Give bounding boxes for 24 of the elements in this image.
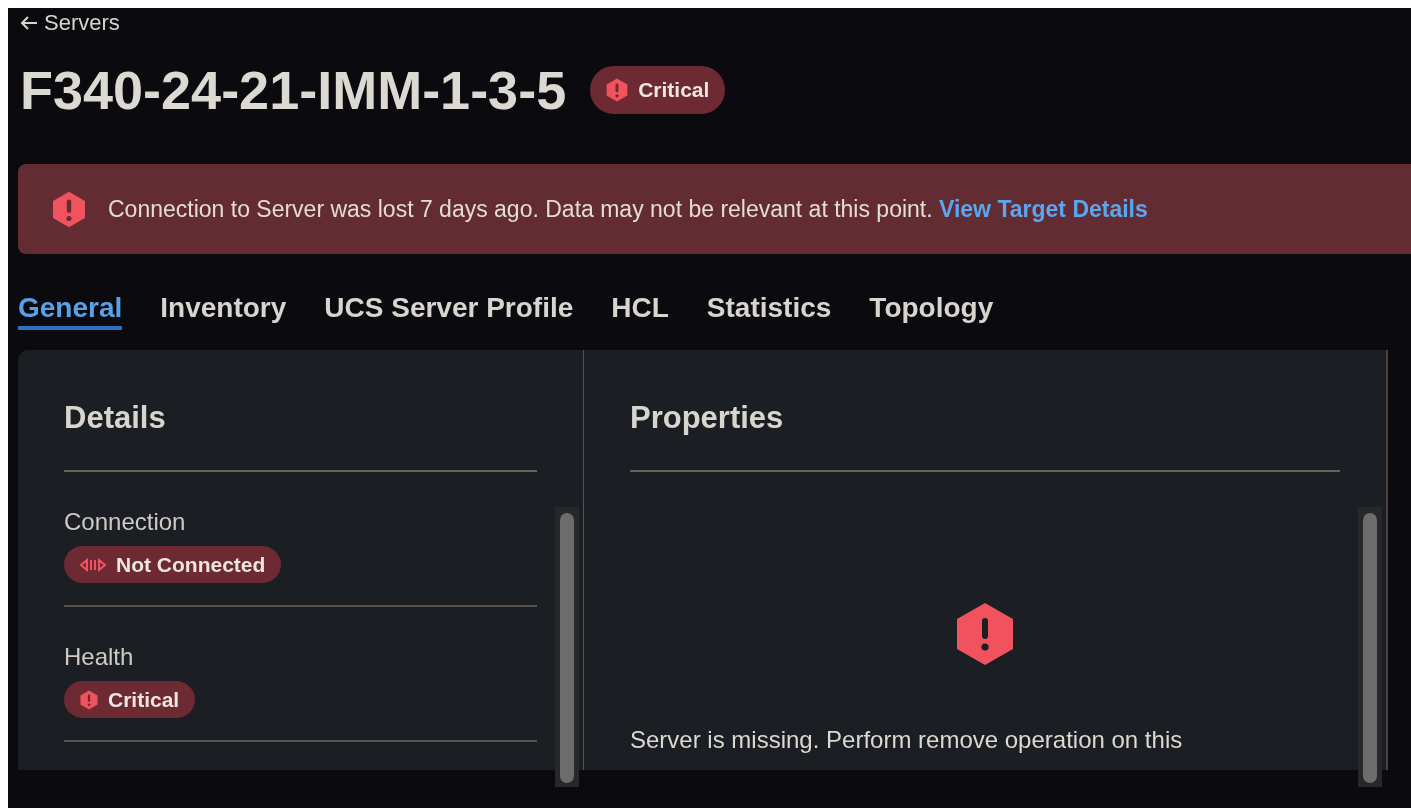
back-link[interactable]: Servers	[20, 10, 120, 36]
server-title: F340-24-21-IMM-1-3-5	[20, 59, 567, 122]
tab[interactable]: General	[18, 290, 123, 330]
status-badge: Not Connected	[64, 546, 282, 583]
tab[interactable]: Inventory	[160, 290, 287, 330]
field-label: Connection	[64, 508, 186, 536]
properties-heading: Properties	[630, 400, 785, 436]
warning-icon	[956, 602, 1014, 666]
tab[interactable]: UCS Server Profile	[324, 290, 574, 330]
back-arrow-icon	[20, 15, 38, 31]
severity-badge: Critical	[590, 66, 726, 114]
tab[interactable]: Topology	[869, 290, 994, 330]
field-label: Health	[64, 643, 134, 671]
critical-icon	[80, 689, 98, 710]
details-heading: Details	[64, 400, 167, 436]
alert-message: Connection to Server was lost 7 days ago. Data may not be relevant at this point. View Target Details	[108, 194, 1148, 224]
critical-icon	[606, 78, 629, 102]
missing-server-message: Server is missing. Perform remove operation on this	[630, 725, 1184, 755]
tab[interactable]: HCL	[611, 290, 669, 330]
view-target-details-link[interactable]: View Target Details	[939, 195, 1148, 222]
status-badge: Critical	[64, 681, 196, 718]
tab[interactable]: Statistics	[706, 290, 832, 330]
disconnected-icon	[80, 557, 106, 572]
alert-icon	[52, 190, 86, 228]
